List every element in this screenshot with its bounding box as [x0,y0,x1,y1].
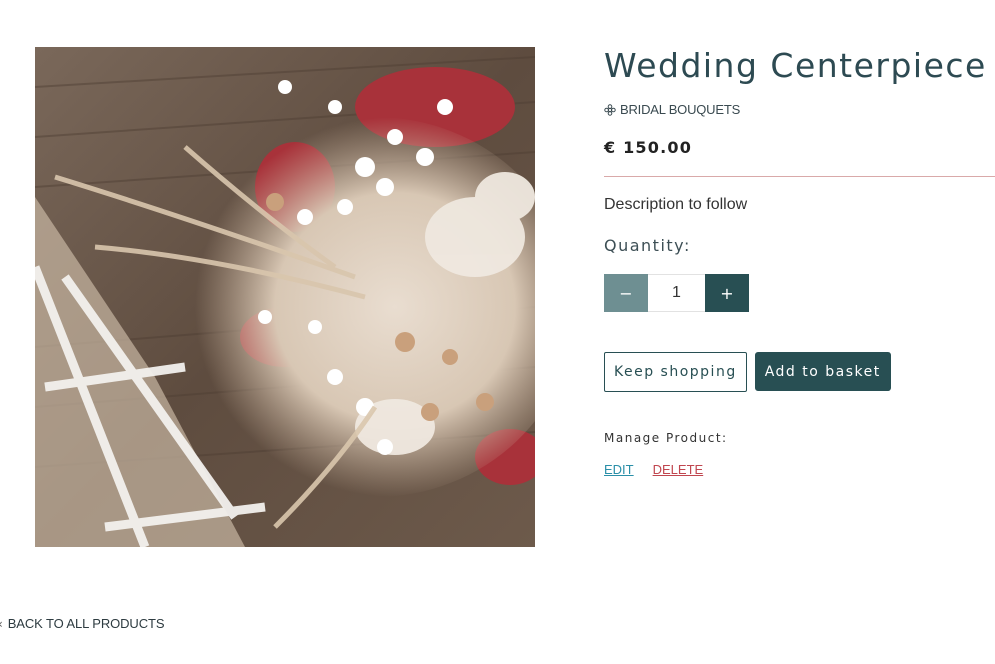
delete-link[interactable]: DELETE [653,462,704,477]
action-buttons: Keep shopping Add to basket [604,352,891,392]
quantity-label: Quantity: [604,236,691,255]
manage-product-label: Manage Product: [604,431,728,445]
product-description: Description to follow [604,196,748,213]
back-to-products-link[interactable]: ‹ BACK TO ALL PRODUCTS [0,616,165,631]
chevron-left-icon: ‹ [0,617,3,631]
keep-shopping-button[interactable]: Keep shopping [604,352,747,392]
back-label: BACK TO ALL PRODUCTS [7,616,165,631]
flower-icon [604,103,616,116]
product-price: € 150.00 [604,138,693,157]
quantity-stepper: − + [604,274,749,312]
manage-links: EDIT DELETE [604,462,703,477]
category-label: BRIDAL BOUQUETS [620,102,741,117]
decrement-button[interactable]: − [604,274,648,312]
quantity-input[interactable] [648,274,705,312]
edit-link[interactable]: EDIT [604,462,634,477]
divider [604,176,995,177]
increment-button[interactable]: + [705,274,749,312]
product-category: BRIDAL BOUQUETS [604,102,740,117]
product-title: Wedding Centerpiece [604,46,987,85]
product-details: Wedding Centerpiece BRIDAL BOUQUETS € 15… [604,44,995,477]
product-image [35,47,535,547]
add-to-basket-button[interactable]: Add to basket [754,352,891,391]
